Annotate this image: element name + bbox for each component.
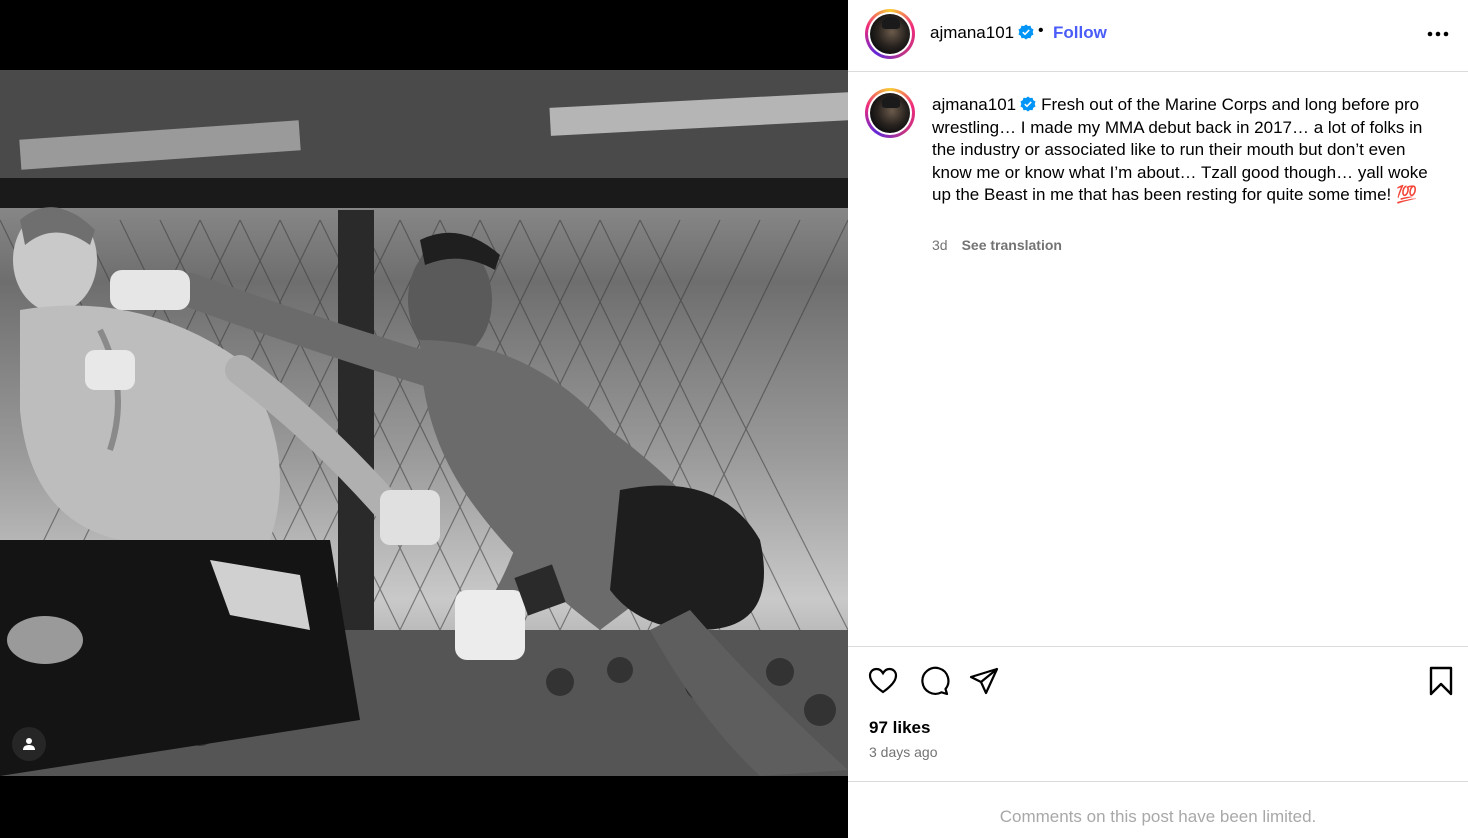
author-avatar[interactable] xyxy=(865,9,915,59)
more-options-icon[interactable] xyxy=(1424,24,1452,44)
post-time-short[interactable]: 3d xyxy=(932,237,948,253)
post-side-panel: ajmana101 • Follow ajmana101 Fresh out o… xyxy=(848,0,1468,838)
verified-badge-icon xyxy=(1018,24,1034,40)
comments-limited-notice: Comments on this post have been limited. xyxy=(999,807,1317,826)
post-media-pane xyxy=(0,0,848,838)
post-date[interactable]: 3 days ago xyxy=(869,744,938,760)
post-caption: ajmana101 Fresh out of the Marine Corps … xyxy=(932,94,1442,207)
verified-badge-icon xyxy=(1020,96,1036,112)
bookmark-icon[interactable] xyxy=(1425,665,1457,697)
header-separator: • xyxy=(1038,22,1044,39)
caption-author-avatar[interactable] xyxy=(865,88,915,138)
post-actions-section: 97 likes 3 days ago xyxy=(848,646,1468,782)
caption-username[interactable]: ajmana101 xyxy=(932,95,1016,114)
heart-icon[interactable] xyxy=(867,665,899,697)
post-photo[interactable] xyxy=(0,70,848,776)
caption-meta: 3d See translation xyxy=(932,237,1062,253)
follow-button[interactable]: Follow xyxy=(1053,23,1107,43)
likes-count[interactable]: 97 likes xyxy=(869,718,930,738)
comment-icon[interactable] xyxy=(918,665,950,697)
see-translation-link[interactable]: See translation xyxy=(962,237,1062,253)
author-username-text[interactable]: ajmana101 xyxy=(930,23,1014,42)
tagged-users-button[interactable] xyxy=(12,727,46,761)
share-icon[interactable] xyxy=(968,665,1000,697)
author-username-header[interactable]: ajmana101 xyxy=(930,23,1034,43)
fight-photo-illustration xyxy=(0,70,848,776)
user-tag-icon xyxy=(23,738,35,750)
post-header: ajmana101 • Follow xyxy=(848,0,1468,72)
